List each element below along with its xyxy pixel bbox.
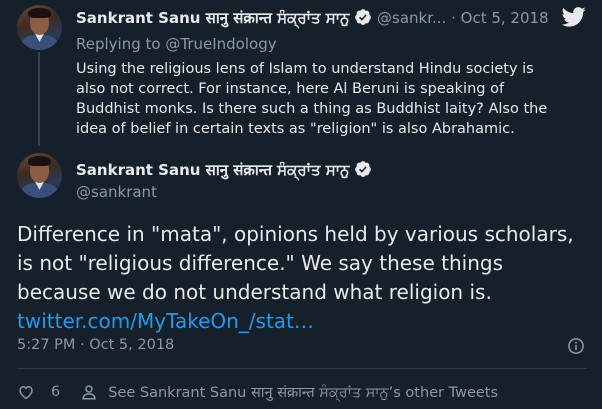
twitter-bird-icon[interactable] [562, 7, 586, 27]
parent-author-name[interactable]: Sankrant Sanu सानु संक्रान्त ਸੰਕ੍ਰਾਂਤ ਸਾ… [76, 9, 349, 27]
replying-to-line: Replying to @TrueIndology [76, 35, 277, 53]
tweet-link[interactable]: twitter.com/MyTakeOn_/stat… [17, 307, 587, 336]
parent-tweet-text: Using the religious lens of Islam to und… [76, 61, 548, 137]
main-author-name[interactable]: Sankrant Sanu सानु संक्रान्त ਸੰਕ੍ਰਾਂਤ ਸਾ… [76, 161, 349, 179]
info-icon[interactable] [567, 337, 585, 355]
verified-badge-icon [355, 161, 372, 177]
embedded-tweet-card: Sankrant Sanu सानु संक्रान्त ਸੰਕ੍ਰਾਂਤ ਸਾ… [0, 0, 602, 409]
main-tweet-timestamp[interactable]: 5:27 PM · Oct 5, 2018 [17, 337, 174, 353]
person-icon [82, 385, 96, 400]
main-author-avatar[interactable] [17, 153, 62, 198]
header-separator: · [451, 9, 456, 27]
heart-icon[interactable] [17, 383, 35, 401]
verified-badge-icon [355, 9, 372, 25]
tweet-footer: 6 See Sankrant Sanu सानु संक्रान्त ਸੰਕ੍ਰ… [17, 382, 498, 402]
main-tweet-text: Difference in "mata", opinions held by v… [17, 222, 574, 304]
main-author-handle[interactable]: @sankrant [76, 183, 157, 201]
see-other-tweets-link[interactable]: See Sankrant Sanu सानु संक्रान्त ਸੰਕ੍ਰਾਂ… [108, 382, 498, 402]
main-tweet-author-row: Sankrant Sanu सानु संक्रान्त ਸੰਕ੍ਰਾਂਤ ਸਾ… [76, 160, 372, 180]
replying-to-label: Replying to [76, 35, 161, 53]
replying-to-handle[interactable]: @TrueIndology [165, 35, 276, 53]
parent-author-handle[interactable]: @sankr... [377, 9, 446, 27]
thread-connector-line [38, 52, 40, 146]
main-tweet-body: Difference in "mata", opinions held by v… [17, 220, 587, 336]
parent-tweet-header: Sankrant Sanu सानु संक्रान्त ਸੰਕ੍ਰਾਂਤ ਸਾ… [76, 8, 549, 28]
parent-author-avatar[interactable] [17, 5, 62, 50]
footer-divider [17, 368, 587, 369]
parent-tweet-date[interactable]: Oct 5, 2018 [461, 9, 549, 27]
like-count: 6 [51, 384, 61, 400]
